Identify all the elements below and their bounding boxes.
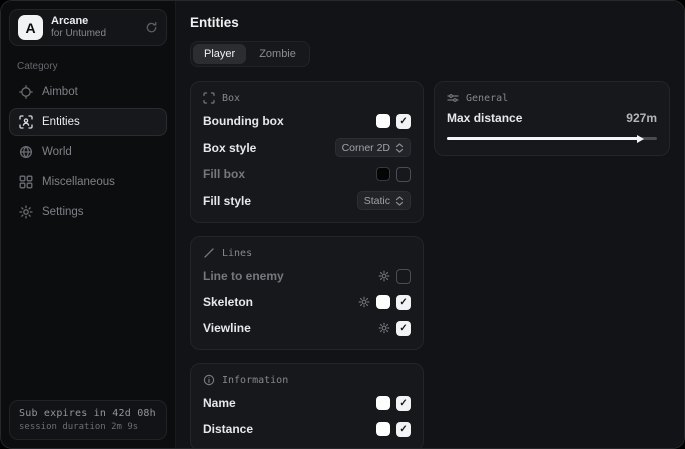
settings-gear-icon[interactable] <box>378 322 390 334</box>
row-label: Viewline <box>203 321 251 335</box>
entity-scan-icon <box>19 115 33 129</box>
row-label: Skeleton <box>203 295 253 309</box>
viewline-row: Viewline ✓ <box>203 319 411 337</box>
sidebar-item-label: World <box>42 146 72 158</box>
sub-expires-text: Sub expires in 42d 08h <box>19 408 157 419</box>
app-logo-card: A Arcane for Untumed <box>9 9 167 46</box>
sidebar-item-label: Entities <box>42 116 80 128</box>
card-header-label: Information <box>222 375 288 386</box>
sidebar-item-label: Settings <box>42 206 84 218</box>
sidebar-item-world[interactable]: World <box>9 138 167 166</box>
chevron-up-down-icon <box>395 196 404 206</box>
box-style-row: Box style Corner 2D <box>203 138 411 157</box>
sidebar-item-settings[interactable]: Settings <box>9 198 167 226</box>
page-title: Entities <box>190 15 670 30</box>
distance-checkbox[interactable]: ✓ <box>396 422 411 437</box>
row-label: Fill style <box>203 194 251 208</box>
distance-row: Distance ✓ <box>203 420 411 438</box>
main-panel: Entities Player Zombie Box <box>176 1 684 448</box>
row-label: Box style <box>203 141 256 155</box>
tab-zombie[interactable]: Zombie <box>248 44 307 64</box>
fill-style-row: Fill style Static <box>203 191 411 210</box>
skeleton-checkbox[interactable]: ✓ <box>396 295 411 310</box>
information-card: Information Name ✓ Distance ✓ <box>190 363 424 448</box>
color-swatch[interactable] <box>376 295 390 309</box>
box-card: Box Bounding box ✓ Box style Co <box>190 81 424 223</box>
max-distance-value: 927m <box>626 111 657 125</box>
name-row: Name ✓ <box>203 394 411 412</box>
row-label: Line to enemy <box>203 269 284 283</box>
row-label: Fill box <box>203 167 245 181</box>
row-label: Distance <box>203 422 253 436</box>
sidebar-item-miscellaneous[interactable]: Miscellaneous <box>9 168 167 196</box>
grid-icon <box>19 175 33 189</box>
card-header-label: Lines <box>222 248 252 259</box>
sidebar-item-aimbot[interactable]: Aimbot <box>9 78 167 106</box>
line-to-enemy-checkbox[interactable] <box>396 269 411 284</box>
max-distance-row: Max distance 927m <box>447 111 657 125</box>
info-icon <box>203 374 215 386</box>
row-label: Bounding box <box>203 114 284 128</box>
sliders-icon <box>447 92 459 104</box>
app-subtitle: for Untumed <box>51 28 106 40</box>
settings-gear-icon[interactable] <box>358 296 370 308</box>
row-label: Max distance <box>447 111 522 125</box>
slider-track <box>447 137 657 140</box>
fill-box-checkbox[interactable] <box>396 167 411 182</box>
skeleton-row: Skeleton ✓ <box>203 293 411 311</box>
bounding-box-row: Bounding box ✓ <box>203 112 411 130</box>
color-swatch[interactable] <box>376 396 390 410</box>
refresh-icon[interactable] <box>145 21 158 34</box>
chevron-up-down-icon <box>395 143 404 153</box>
line-to-enemy-row: Line to enemy <box>203 267 411 285</box>
slider-fill[interactable] <box>447 137 638 140</box>
settings-gear-icon[interactable] <box>378 270 390 282</box>
diagonal-line-icon <box>203 247 215 259</box>
sidebar-nav: Aimbot Entities World <box>9 78 167 226</box>
arcane-menu-window: A Arcane for Untumed Category Aimbot <box>0 0 685 449</box>
card-header-label: General <box>466 93 508 104</box>
bounding-box-checkbox[interactable]: ✓ <box>396 114 411 129</box>
entity-type-tabs: Player Zombie <box>190 41 310 67</box>
app-logo: A <box>18 15 43 40</box>
max-distance-slider[interactable] <box>447 134 657 143</box>
color-swatch[interactable] <box>376 114 390 128</box>
sidebar-item-entities[interactable]: Entities <box>9 108 167 136</box>
name-checkbox[interactable]: ✓ <box>396 396 411 411</box>
color-swatch[interactable] <box>376 422 390 436</box>
sidebar-item-label: Miscellaneous <box>42 176 115 188</box>
fill-box-row: Fill box <box>203 165 411 183</box>
sidebar-item-label: Aimbot <box>42 86 78 98</box>
general-card: General Max distance 927m <box>434 81 670 156</box>
category-label: Category <box>17 61 167 72</box>
bounding-box-icon <box>203 92 215 104</box>
sidebar: A Arcane for Untumed Category Aimbot <box>1 1 176 448</box>
lines-card: Lines Line to enemy <box>190 236 424 350</box>
gear-icon <box>19 205 33 219</box>
viewline-checkbox[interactable]: ✓ <box>396 321 411 336</box>
session-duration-text: session duration 2m 9s <box>19 422 157 432</box>
tab-player[interactable]: Player <box>193 44 246 64</box>
card-header-label: Box <box>222 93 240 104</box>
globe-icon <box>19 145 33 159</box>
app-title: Arcane <box>51 15 106 28</box>
box-style-select[interactable]: Corner 2D <box>335 138 411 157</box>
crosshair-icon <box>19 85 33 99</box>
color-swatch[interactable] <box>376 167 390 181</box>
subscription-info-card: Sub expires in 42d 08h session duration … <box>9 400 167 440</box>
select-value: Static <box>364 195 390 207</box>
row-label: Name <box>203 396 236 410</box>
select-value: Corner 2D <box>342 142 390 154</box>
fill-style-select[interactable]: Static <box>357 191 411 210</box>
